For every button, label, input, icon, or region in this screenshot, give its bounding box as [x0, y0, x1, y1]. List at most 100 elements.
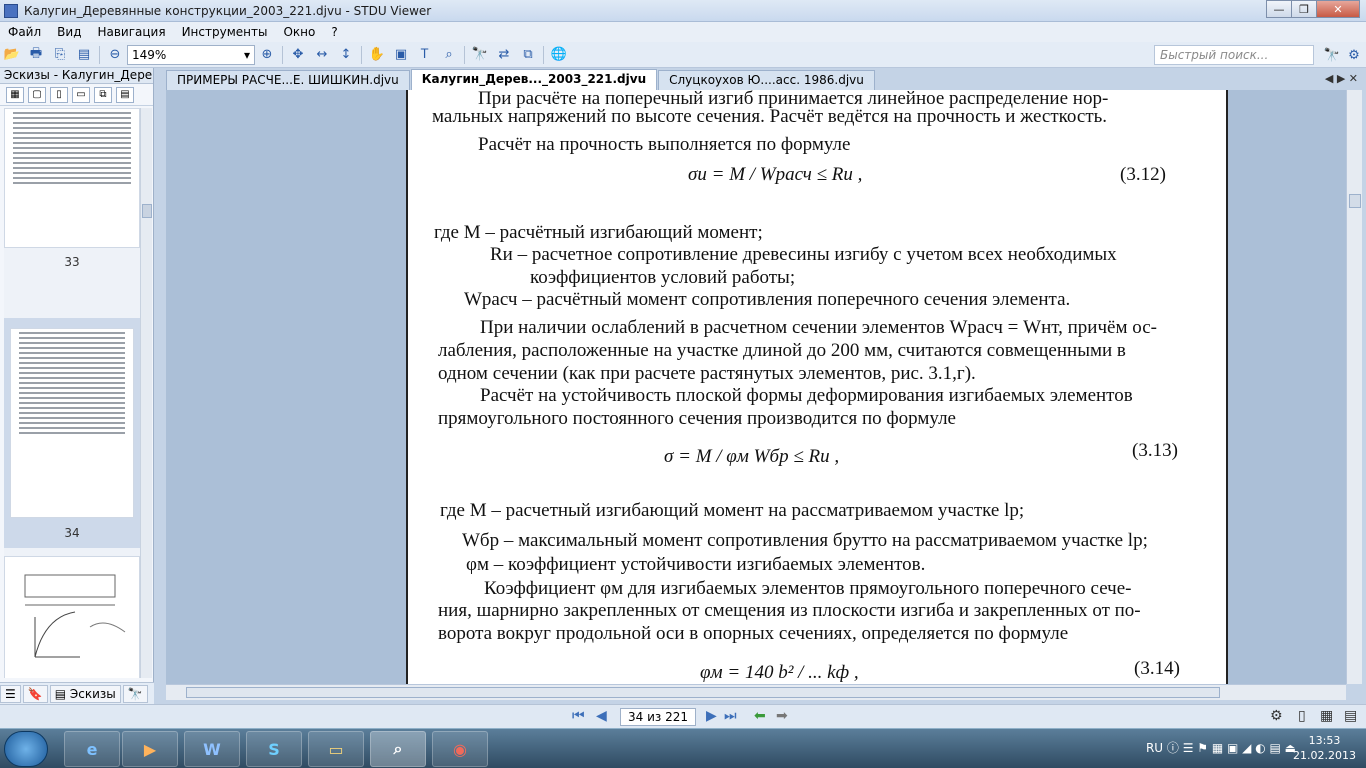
document-vertical-scrollbar[interactable] — [1346, 90, 1362, 684]
page-view-icon[interactable]: ▯ — [50, 86, 68, 103]
doc-line-4: где M – расчётный изгибающий момент; — [434, 222, 763, 243]
formula-3-12: σи = M / Wрасч ≤ Rи , — [688, 164, 863, 185]
close-button[interactable]: ✕ — [1316, 0, 1360, 18]
tab-search-icon[interactable]: 🔭 — [122, 684, 148, 703]
quick-search-input[interactable]: Быстрый поиск... — [1154, 45, 1314, 65]
copy-thumb-icon[interactable]: ⧉ — [94, 86, 112, 103]
large-view-icon[interactable]: ▢ — [28, 86, 46, 103]
thumbnail-list[interactable]: 33 34 — [4, 108, 140, 678]
export-icon[interactable]: ⎘ — [50, 45, 70, 65]
print-icon[interactable]: 🖶 — [26, 45, 46, 65]
find-icon[interactable]: 🔭 — [470, 45, 490, 65]
single-page-view-icon[interactable]: ▯ — [1298, 708, 1306, 724]
help-icon[interactable]: ⓘ ☰ ⚑ ▦ ▣ ◢ ◐ ▤ ⏏ — [1167, 741, 1296, 755]
page-setup-icon[interactable]: ▤ — [74, 45, 94, 65]
thumbnails-panel: Эскизы - Калугин_Деревянн ▦ ▢ ▯ ▭ ⧉ ▤ 33 — [0, 68, 154, 704]
chevron-down-icon: ▾ — [243, 47, 250, 62]
search-options-icon[interactable]: ⚙ — [1344, 45, 1364, 65]
menu-tools[interactable]: Инструменты — [174, 25, 276, 39]
fit-page-icon[interactable]: ✥ — [288, 45, 308, 65]
scroll-thumb[interactable] — [142, 204, 152, 218]
tab-navigation: ◀ ▶ ✕ — [1325, 72, 1358, 85]
zoom-in-icon[interactable]: ⊕ — [257, 45, 277, 65]
magnifier-tool-icon[interactable]: ⌕ — [439, 45, 459, 65]
thumbnail-page-35[interactable] — [4, 556, 140, 678]
hand-tool-icon[interactable]: ✋ — [367, 45, 387, 65]
doc-line-16: Коэффициент φм для изгибаемых элементов … — [484, 578, 1132, 599]
next-page-icon[interactable]: ▶ — [706, 708, 717, 724]
language-indicator[interactable]: RU — [1146, 741, 1163, 755]
copy-icon[interactable]: ⧉ — [518, 45, 538, 65]
select-text-icon[interactable]: Ꭲ — [415, 45, 435, 65]
fit-height-icon[interactable]: ↕ — [336, 45, 356, 65]
tab-prev-icon[interactable]: ◀ — [1325, 72, 1333, 85]
skype-taskbar-icon[interactable]: S — [246, 731, 302, 767]
menu-window[interactable]: Окно — [275, 25, 323, 39]
tab-thumbnails[interactable]: ▤ Эскизы — [49, 684, 121, 703]
tray-settings-icon[interactable]: ⚙ — [1270, 708, 1283, 724]
minimize-button[interactable]: — — [1266, 0, 1292, 18]
stdu-taskbar-icon[interactable]: ⌕ — [370, 731, 426, 767]
menu-file[interactable]: Файл — [0, 25, 49, 39]
tab-document-3[interactable]: Слуцкоухов Ю....асс. 1986.djvu — [658, 70, 875, 90]
thumbnail-label-34: 34 — [64, 526, 80, 540]
tab-document-2[interactable]: Калугин_Дерев..._2003_221.djvu — [410, 69, 658, 90]
horizontal-scroll-thumb[interactable] — [186, 687, 1220, 698]
menu-navigation[interactable]: Навигация — [89, 25, 173, 39]
thumbnail-drawing — [24, 574, 126, 658]
doc-line-11: Расчёт на устойчивость плоской формы деф… — [480, 385, 1133, 406]
equation-number-3-13: (3.13) — [1132, 440, 1178, 461]
explorer-taskbar-icon[interactable]: ▭ — [308, 731, 364, 767]
document-tabs: ПРИМЕРЫ РАСЧЕ...Е. ШИШКИН.djvu Калугин_Д… — [166, 69, 1360, 90]
thumbnail-page-32[interactable] — [4, 108, 140, 248]
doc-line-18: ворота вокруг продольной оси в опорных с… — [438, 623, 1069, 644]
select-image-icon[interactable]: ▣ — [391, 45, 411, 65]
media-taskbar-icon[interactable]: ▶ — [122, 731, 178, 767]
chrome-taskbar-icon[interactable]: ◉ — [432, 731, 488, 767]
page-indicator[interactable]: 34 из 221 — [620, 708, 696, 726]
document-view[interactable]: При расчёте на поперечный изгиб принимае… — [166, 90, 1346, 684]
history-forward-icon[interactable]: ➡ — [776, 708, 788, 724]
formula-3-14: φм = 140 b² / ... kф , — [700, 662, 859, 683]
fit-width-icon[interactable]: ↔ — [312, 45, 332, 65]
start-button[interactable] — [4, 731, 48, 767]
toolbar: 📂 🖶 ⎘ ▤ ⊖ 149% ▾ ⊕ ✥ ↔ ↕ ✋ ▣ Ꭲ ⌕ 🔭 ⇄ ⧉ 🌐… — [0, 42, 1366, 68]
single-view-icon[interactable]: ▭ — [72, 86, 90, 103]
tab-thumbnails-label: Эскизы — [69, 686, 116, 701]
doc-line-2: мальных напряжений по высоте сечения. Ра… — [432, 106, 1108, 127]
search-binoculars-icon[interactable]: 🔭 — [1322, 45, 1342, 65]
document-horizontal-scrollbar[interactable] — [166, 684, 1346, 700]
tab-document-1[interactable]: ПРИМЕРЫ РАСЧЕ...Е. ШИШКИН.djvu — [166, 70, 410, 90]
thumbnail-page-34[interactable] — [10, 328, 134, 518]
tab-next-icon[interactable]: ▶ — [1337, 72, 1345, 85]
word-taskbar-icon[interactable]: W — [184, 731, 240, 767]
open-folder-icon[interactable]: 📂 — [2, 45, 22, 65]
globe-icon[interactable]: 🌐 — [549, 45, 569, 65]
doc-line-14: Wбр – максимальный момент сопротивления … — [462, 530, 1148, 551]
settings-thumb-icon[interactable]: ▤ — [116, 86, 134, 103]
doc-line-5: Rи – расчетное сопротивление древесины и… — [490, 244, 1117, 265]
grid-view-icon[interactable]: ▦ — [6, 86, 24, 103]
equation-number-3-12: (3.12) — [1120, 164, 1166, 185]
thumbnail-scrollbar[interactable] — [140, 108, 152, 678]
multi-page-view-icon[interactable]: ▦ — [1320, 708, 1333, 724]
prev-page-icon[interactable]: ◀ — [596, 708, 607, 724]
clock[interactable]: 13:53 21.02.2013 — [1293, 733, 1356, 763]
zoom-value: 149% — [132, 47, 167, 62]
grid-page-view-icon[interactable]: ▤ — [1344, 708, 1357, 724]
vertical-scroll-thumb[interactable] — [1349, 194, 1361, 208]
menu-view[interactable]: Вид — [49, 25, 89, 39]
tab-outline-icon[interactable]: ☰ — [0, 684, 21, 703]
zoom-out-icon[interactable]: ⊖ — [105, 45, 125, 65]
zoom-select[interactable]: 149% ▾ — [127, 44, 255, 65]
doc-line-13: где M – расчетный изгибающий момент на р… — [440, 500, 1025, 521]
first-page-icon[interactable]: ⏮ — [572, 708, 585, 724]
maximize-button[interactable]: ❐ — [1291, 0, 1317, 18]
menu-help[interactable]: ? — [323, 25, 345, 39]
tab-bookmarks-icon[interactable]: 🔖 — [22, 684, 48, 703]
sync-icon[interactable]: ⇄ — [494, 45, 514, 65]
ie-taskbar-icon[interactable]: e — [64, 731, 120, 767]
last-page-icon[interactable]: ⏭ — [724, 708, 737, 724]
tab-close-icon[interactable]: ✕ — [1349, 72, 1358, 85]
history-back-icon[interactable]: ⬅ — [754, 708, 766, 724]
